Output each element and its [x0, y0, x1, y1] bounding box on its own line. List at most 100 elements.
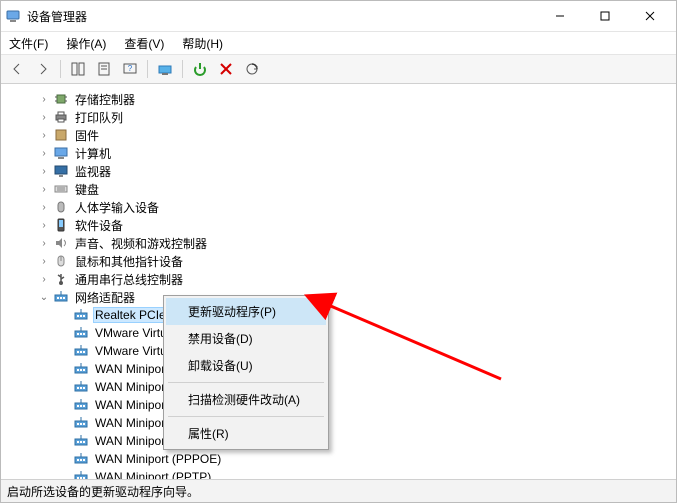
net-icon — [53, 289, 69, 305]
tree-node[interactable]: WAN Minipor — [5, 360, 672, 378]
tree-node[interactable]: WAN Minipor — [5, 396, 672, 414]
keyboard-icon — [53, 181, 69, 197]
chevron-right-icon[interactable]: › — [37, 94, 51, 105]
enable-button[interactable] — [188, 57, 212, 81]
tree-node[interactable]: › 通用串行总线控制器 — [5, 270, 672, 288]
minimize-button[interactable] — [537, 2, 582, 31]
tree-node[interactable]: WAN Miniport (PPPOE) — [5, 450, 672, 468]
toolbar-separator — [147, 60, 148, 78]
tree-node-label: 通用串行总线控制器 — [73, 270, 185, 289]
chevron-down-icon[interactable]: ⌄ — [37, 292, 51, 303]
app-icon — [5, 8, 21, 24]
ctx-scan-hardware[interactable]: 扫描检测硬件改动(A) — [166, 386, 326, 413]
tree-node-label: 存储控制器 — [73, 90, 137, 109]
tree-node-label: 网络适配器 — [73, 288, 137, 307]
tree-node[interactable]: › 人体学输入设备 — [5, 198, 672, 216]
net-icon — [73, 451, 89, 467]
tree-node-label: 固件 — [73, 126, 101, 145]
tree-node[interactable]: › 软件设备 — [5, 216, 672, 234]
tree-node-label: 鼠标和其他指针设备 — [73, 252, 185, 271]
net-icon — [73, 343, 89, 359]
ctx-update-driver[interactable]: 更新驱动程序(P) — [166, 298, 326, 325]
menu-view[interactable]: 查看(V) — [120, 33, 168, 54]
window-title: 设备管理器 — [27, 8, 87, 25]
chevron-right-icon[interactable]: › — [37, 274, 51, 285]
tree-node[interactable]: VMware Virtu — [5, 342, 672, 360]
tree-node[interactable]: › 键盘 — [5, 180, 672, 198]
tree-node[interactable]: VMware Virtu — [5, 324, 672, 342]
hid-icon — [53, 199, 69, 215]
properties-button[interactable] — [92, 57, 116, 81]
chevron-right-icon[interactable]: › — [37, 184, 51, 195]
tree-node-label: 声音、视频和游戏控制器 — [73, 234, 209, 253]
toolbar: ? — [1, 55, 676, 84]
chevron-right-icon[interactable]: › — [37, 148, 51, 159]
device-tree[interactable]: › 存储控制器 › 打印队列 › 固件 › 计算机 › 监视器 › 键盘 › 人体学输入设备 › 软件设备 › 声… — [1, 84, 676, 479]
monitor-icon — [53, 163, 69, 179]
menu-action[interactable]: 操作(A) — [62, 33, 110, 54]
tree-node-label: 软件设备 — [73, 216, 125, 235]
toolbar-separator — [60, 60, 61, 78]
tree-node-label: VMware Virtu — [93, 343, 169, 359]
chevron-right-icon[interactable]: › — [37, 130, 51, 141]
context-menu: 更新驱动程序(P) 禁用设备(D) 卸载设备(U) 扫描检测硬件改动(A) 属性… — [163, 295, 329, 450]
close-button[interactable] — [627, 2, 672, 31]
tree-node[interactable]: › 存储控制器 — [5, 90, 672, 108]
nav-forward-button[interactable] — [31, 57, 55, 81]
tree-node-label: 键盘 — [73, 180, 101, 199]
tree-node[interactable]: › 鼠标和其他指针设备 — [5, 252, 672, 270]
tree-node[interactable]: › 监视器 — [5, 162, 672, 180]
tree-node[interactable]: › 固件 — [5, 126, 672, 144]
tree-node[interactable]: WAN Minipor — [5, 414, 672, 432]
tree-node[interactable]: › 声音、视频和游戏控制器 — [5, 234, 672, 252]
maximize-button[interactable] — [582, 2, 627, 31]
ctx-separator — [168, 416, 324, 417]
chevron-right-icon[interactable]: › — [37, 220, 51, 231]
update-driver-button[interactable] — [153, 57, 177, 81]
ctx-uninstall-device[interactable]: 卸载设备(U) — [166, 352, 326, 379]
menu-help[interactable]: 帮助(H) — [178, 33, 227, 54]
tree-node[interactable]: WAN Miniport (Network Monitor) — [5, 432, 672, 450]
tree-node[interactable]: WAN Minipor — [5, 378, 672, 396]
scan-hardware-button[interactable] — [240, 57, 264, 81]
menubar: 文件(F) 操作(A) 查看(V) 帮助(H) — [1, 32, 676, 55]
tree-node-label: 打印队列 — [73, 108, 125, 127]
chevron-right-icon[interactable]: › — [37, 238, 51, 249]
net-icon — [73, 325, 89, 341]
tree-node[interactable]: WAN Miniport (PPTP) — [5, 468, 672, 479]
svg-text:?: ? — [128, 64, 133, 73]
help-button[interactable]: ? — [118, 57, 142, 81]
tree-node-label: WAN Minipor — [93, 397, 167, 413]
tree-node[interactable]: ⌄ 网络适配器 — [5, 288, 672, 306]
tree-node[interactable]: › 打印队列 — [5, 108, 672, 126]
net-icon — [73, 307, 89, 323]
tree-node-label: 计算机 — [73, 144, 113, 163]
uninstall-button[interactable] — [214, 57, 238, 81]
titlebar: 设备管理器 — [1, 1, 676, 32]
ctx-properties[interactable]: 属性(R) — [166, 420, 326, 447]
chevron-right-icon[interactable]: › — [37, 202, 51, 213]
net-icon — [73, 397, 89, 413]
tree-node-label: 监视器 — [73, 162, 113, 181]
nav-back-button[interactable] — [5, 57, 29, 81]
tree-node-label: VMware Virtu — [93, 325, 169, 341]
tree-node[interactable]: › 计算机 — [5, 144, 672, 162]
software-icon — [53, 217, 69, 233]
tree-node[interactable]: Realtek PCIe GBE Family Controller — [5, 306, 672, 324]
chevron-right-icon[interactable]: › — [37, 166, 51, 177]
ctx-disable-device[interactable]: 禁用设备(D) — [166, 325, 326, 352]
usb-icon — [53, 271, 69, 287]
ctx-separator — [168, 382, 324, 383]
chevron-right-icon[interactable]: › — [37, 256, 51, 267]
net-icon — [73, 469, 89, 479]
mouse-icon — [53, 253, 69, 269]
device-manager-window: 设备管理器 文件(F) 操作(A) 查看(V) 帮助(H) ? › 存储控制器 › 打… — [0, 0, 677, 503]
show-hide-tree-button[interactable] — [66, 57, 90, 81]
tree-node-label: 人体学输入设备 — [73, 198, 161, 217]
tree-node-label: WAN Miniport (PPPOE) — [93, 451, 223, 467]
tree-node-label: WAN Minipor — [93, 415, 167, 431]
chevron-right-icon[interactable]: › — [37, 112, 51, 123]
net-icon — [73, 379, 89, 395]
menu-file[interactable]: 文件(F) — [5, 33, 52, 54]
status-text: 启动所选设备的更新驱动程序向导。 — [7, 483, 199, 500]
